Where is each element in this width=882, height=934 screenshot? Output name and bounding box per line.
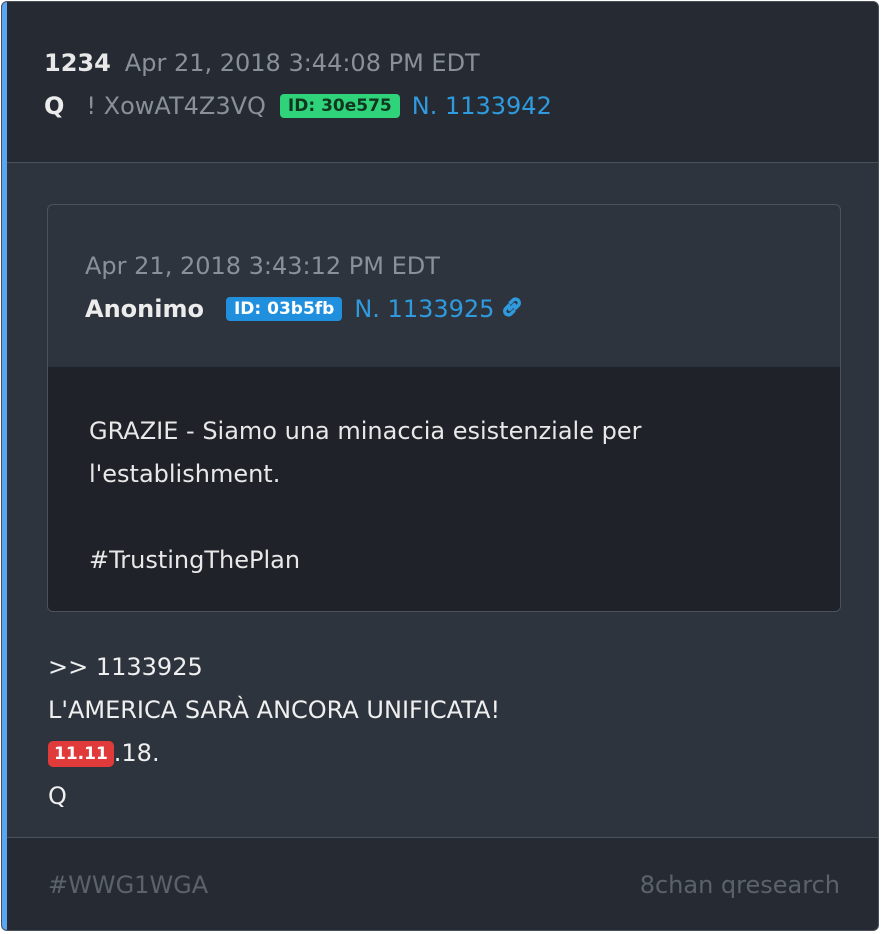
quoted-body-line: l'establishment. <box>89 460 281 488</box>
post-tripcode: ! XowAT4Z3VQ <box>86 92 266 120</box>
date-suffix: .18. <box>113 739 160 767</box>
post-author-row: Q ! XowAT4Z3VQ ID: 30e575 N. 1133942 <box>44 89 552 123</box>
quoted-body-line: GRAZIE - Siamo una minaccia esistenziale… <box>89 417 642 445</box>
quoted-post-date: Apr 21, 2018 3:43:12 PM EDT <box>85 252 440 280</box>
quoted-post-header: Apr 21, 2018 3:43:12 PM EDT Anonimo ID: 0… <box>48 205 840 368</box>
post-footer: #WWG1WGA 8chan qresearch <box>7 837 878 930</box>
quoted-post-ref-link[interactable]: N. 1133925 <box>354 295 494 323</box>
date-badge: 11.11 <box>48 741 114 767</box>
post-number: 1234 <box>44 49 111 77</box>
footer-source: 8chan qresearch <box>639 871 840 899</box>
post-ref-link[interactable]: N. 1133942 <box>412 92 552 120</box>
message-line: L'AMERICA SARÀ ANCORA UNIFICATA! <box>48 696 501 724</box>
quoted-body-hashtag: #TrustingThePlan <box>89 546 301 574</box>
post-author: Q <box>44 92 65 120</box>
post-card: 1234 Apr 21, 2018 3:44:08 PM EDT Q ! XowAT… <box>1 1 879 931</box>
chain-link-icon[interactable] <box>498 293 526 321</box>
post-header: 1234 Apr 21, 2018 3:44:08 PM EDT Q ! XowAT… <box>7 2 878 163</box>
post-date: Apr 21, 2018 3:44:08 PM EDT <box>124 49 480 77</box>
message-date-line: 11.11.18. <box>48 732 160 775</box>
quoted-post: Apr 21, 2018 3:43:12 PM EDT Anonimo ID: 0… <box>47 204 841 612</box>
quoted-post-id-badge[interactable]: ID: 03b5fb <box>225 297 343 321</box>
quoted-post-body: GRAZIE - Siamo una minaccia esistenziale… <box>48 367 840 611</box>
reply-reference[interactable]: >> 1133925 <box>48 646 203 689</box>
post-meta-row: 1234 Apr 21, 2018 3:44:08 PM EDT <box>44 46 480 80</box>
footer-hashtag: #WWG1WGA <box>48 871 209 899</box>
quoted-post-author: Anonimo <box>85 295 204 323</box>
message-signature: Q <box>48 782 67 810</box>
quoted-post-author-row: Anonimo ID: 03b5fb N. 1133925 <box>85 292 526 326</box>
post-id-badge[interactable]: ID: 30e575 <box>279 94 400 118</box>
